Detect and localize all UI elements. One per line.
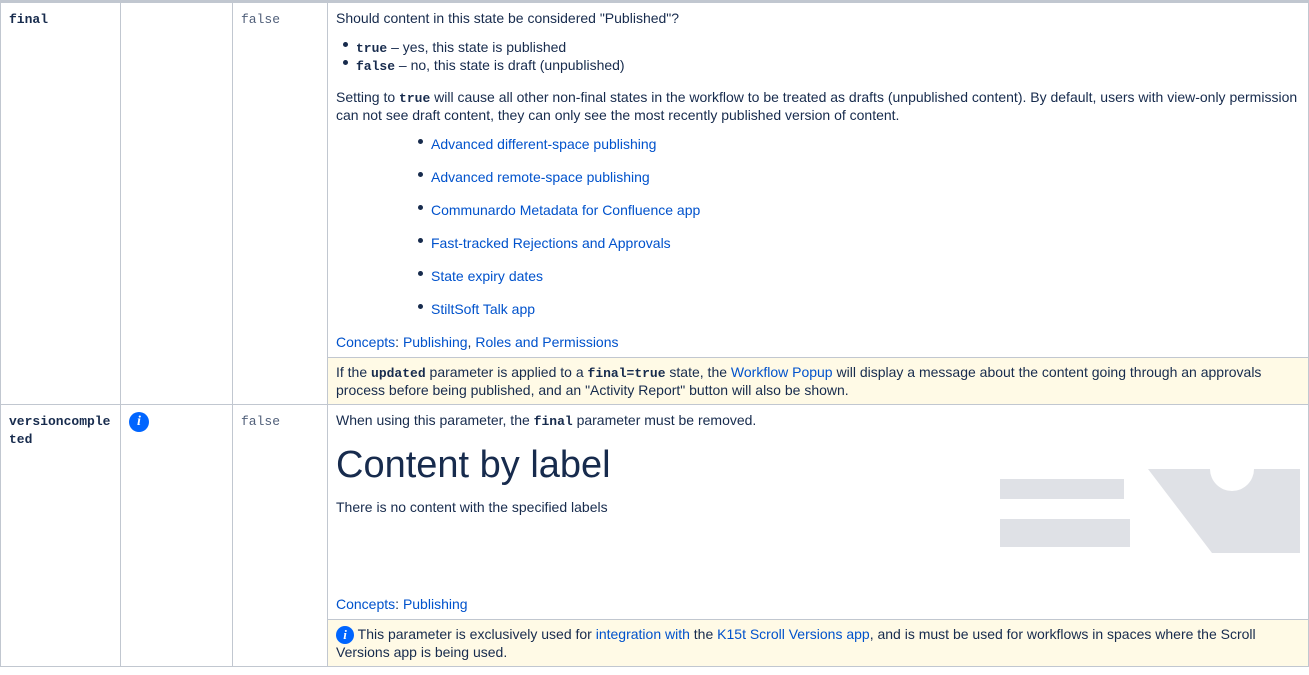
true-false-list: true – yes, this state is published fals…: [336, 39, 1300, 75]
info-icon: i: [129, 412, 149, 432]
workflow-popup-link[interactable]: Workflow Popup: [731, 364, 833, 380]
setting-paragraph: Setting to true will cause all other non…: [336, 89, 1298, 123]
note-panel: If the updated parameter is applied to a…: [328, 357, 1308, 404]
param-name: final: [9, 12, 49, 27]
info-icon: i: [336, 626, 354, 644]
param-name-cell: final: [0, 1, 121, 405]
list-item: Fast-tracked Rejections and Approvals: [336, 235, 1300, 252]
table-row-final: final false Should content in this state…: [0, 1, 1309, 405]
link-advanced-remote-space-publishing[interactable]: Advanced remote-space publishing: [431, 169, 650, 185]
list-item: false – no, this state is draft (unpubli…: [336, 57, 1300, 75]
param-default-cell: false: [232, 1, 328, 405]
link-stiltsoft-talk-app[interactable]: StiltSoft Talk app: [431, 301, 535, 317]
list-item: true – yes, this state is published: [336, 39, 1300, 57]
info-note-panel: i This parameter is exclusively used for…: [328, 619, 1308, 666]
removal-note: When using this parameter, the final par…: [336, 412, 757, 429]
param-icon-cell: [120, 1, 233, 405]
scroll-versions-link[interactable]: K15t Scroll Versions app: [717, 626, 870, 642]
published-question: Should content in this state be consider…: [336, 10, 680, 26]
link-advanced-different-space-publishing[interactable]: Advanced different-space publishing: [431, 136, 656, 152]
list-item: State expiry dates: [336, 268, 1300, 285]
concepts-link[interactable]: Concepts: [336, 596, 395, 612]
concepts-link[interactable]: Concepts: [336, 334, 395, 350]
list-item: Advanced different-space publishing: [336, 136, 1300, 153]
placeholder-graphic-icon: [1000, 469, 1300, 553]
parameters-table: final false Should content in this state…: [0, 0, 1309, 667]
related-links-list: Advanced different-space publishing Adva…: [336, 136, 1300, 318]
concept-link-publishing[interactable]: Publishing: [403, 596, 468, 612]
table-row-versioncompleted: versioncompleted i false When using this…: [0, 404, 1309, 667]
concept-link-publishing[interactable]: Publishing: [403, 334, 468, 350]
list-item: StiltSoft Talk app: [336, 301, 1300, 318]
list-item: Communardo Metadata for Confluence app: [336, 202, 1300, 219]
integration-link[interactable]: integration with: [596, 626, 690, 642]
concepts-line: Concepts: Publishing, Roles and Permissi…: [336, 334, 619, 350]
param-description-cell: Should content in this state be consider…: [327, 1, 1309, 405]
concept-link-roles-permissions[interactable]: Roles and Permissions: [475, 334, 618, 350]
param-name: versioncompleted: [9, 414, 111, 447]
link-state-expiry-dates[interactable]: State expiry dates: [431, 268, 543, 284]
concepts-line: Concepts: Publishing: [336, 596, 468, 612]
param-default: false: [241, 12, 281, 27]
param-name-cell: versioncompleted: [0, 404, 121, 667]
content-by-label-macro: Content by label There is no content wit…: [336, 443, 1300, 613]
link-fast-tracked-rejections[interactable]: Fast-tracked Rejections and Approvals: [431, 235, 671, 251]
param-default: false: [241, 414, 281, 429]
param-description-cell: When using this parameter, the final par…: [327, 404, 1309, 667]
param-icon-cell: i: [120, 404, 233, 667]
link-communardo-metadata[interactable]: Communardo Metadata for Confluence app: [431, 202, 700, 218]
list-item: Advanced remote-space publishing: [336, 169, 1300, 186]
param-default-cell: false: [232, 404, 328, 667]
